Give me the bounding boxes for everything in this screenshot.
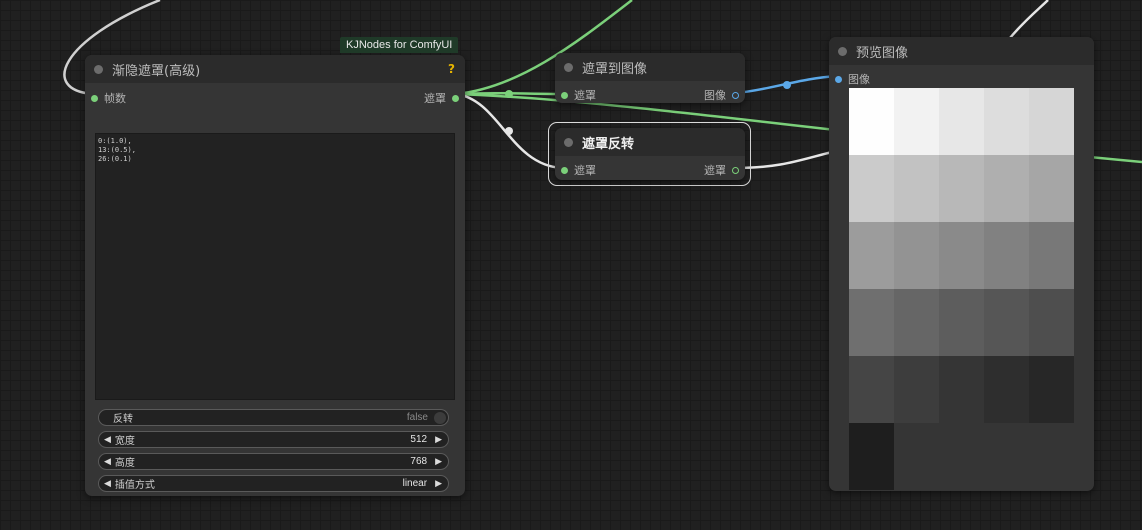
output-pin-icon[interactable] [732, 166, 739, 174]
input-pin-icon[interactable] [835, 75, 842, 83]
preview-tile [894, 88, 939, 155]
preview-tile [939, 222, 984, 289]
widget-value: 512 [410, 434, 428, 445]
collapse-dot-icon[interactable] [838, 46, 847, 56]
toggle-knob-icon[interactable] [434, 411, 446, 424]
input-pin-icon[interactable] [561, 91, 568, 99]
preview-tile [849, 423, 894, 490]
mask-output-slot[interactable]: 遮罩 [704, 162, 739, 178]
collapse-dot-icon[interactable] [564, 137, 573, 147]
points-textarea[interactable]: 0:(1.0), 13:(0.5), 26:(0.1) [95, 133, 455, 400]
preview-tile [939, 88, 984, 155]
output-pin-icon[interactable] [732, 91, 739, 99]
image-input-slot[interactable]: 图像 [835, 71, 870, 87]
link-midpoint[interactable] [505, 90, 513, 98]
preview-tile [894, 356, 939, 423]
node-header[interactable]: 遮罩到图像 [555, 53, 745, 81]
collapse-dot-icon[interactable] [94, 64, 103, 74]
width-number-widget[interactable]: ◀ 宽度 512 ▶ [98, 431, 449, 448]
increment-arrow-icon[interactable]: ▶ [427, 456, 448, 467]
mask-input-slot[interactable]: 遮罩 [561, 87, 596, 103]
collapse-dot-icon[interactable] [564, 62, 573, 72]
preview-tile [984, 155, 1029, 222]
preview-tile [939, 155, 984, 222]
preview-tile [849, 155, 894, 222]
next-arrow-icon[interactable]: ▶ [427, 478, 448, 489]
preview-tile [1029, 155, 1074, 222]
input-label: 帧数 [104, 92, 126, 105]
widget-label: 插值方式 [114, 480, 155, 491]
widget-label: 反转 [113, 414, 133, 425]
preview-tile [894, 289, 939, 356]
widget-value: 768 [410, 456, 428, 467]
preview-tile [984, 356, 1029, 423]
input-pin-icon[interactable] [91, 94, 98, 102]
fade-mask-node[interactable]: 渐隐遮罩(高级) ? 帧数 遮罩 0:(1.0), 13:(0.5), 26:(… [85, 55, 465, 496]
input-label: 遮罩 [574, 89, 596, 102]
widget-value: linear [402, 478, 428, 489]
preview-tile [984, 88, 1029, 155]
invert-toggle[interactable]: 反转 false [98, 409, 449, 426]
preview-tile [894, 222, 939, 289]
preview-tile [849, 289, 894, 356]
preview-tile [894, 155, 939, 222]
link-preview-offscreen [1009, 0, 1049, 39]
preview-tile [1029, 356, 1074, 423]
preview-tile [849, 222, 894, 289]
node-title: 遮罩反转 [582, 136, 635, 152]
preview-image[interactable] [849, 88, 1074, 490]
node-title: 遮罩到图像 [582, 61, 648, 77]
mask-output-slot[interactable]: 遮罩 [424, 90, 459, 106]
image-output-slot[interactable]: 图像 [704, 87, 739, 103]
node-header[interactable]: 渐隐遮罩(高级) ? [85, 55, 465, 83]
previous-arrow-icon[interactable]: ◀ [99, 478, 115, 489]
preview-tile [939, 356, 984, 423]
node-title: 预览图像 [856, 45, 909, 61]
preview-tile [984, 289, 1029, 356]
input-label: 图像 [848, 73, 870, 86]
preview-tile [1029, 289, 1074, 356]
link-midpoint[interactable] [783, 81, 791, 89]
output-label: 遮罩 [704, 164, 726, 177]
node-title: 渐隐遮罩(高级) [112, 63, 201, 79]
link-midpoint[interactable] [505, 127, 513, 135]
preview-tile [984, 222, 1029, 289]
invert-mask-node[interactable]: 遮罩反转 遮罩 遮罩 [555, 128, 745, 180]
preview-tile [1029, 222, 1074, 289]
output-label: 图像 [704, 89, 726, 102]
preview-tile [939, 289, 984, 356]
mask-input-slot[interactable]: 遮罩 [561, 162, 596, 178]
widget-label: 高度 [114, 458, 135, 469]
node-source-badge: KJNodes for ComfyUI [340, 37, 459, 53]
increment-arrow-icon[interactable]: ▶ [427, 434, 448, 445]
input-pin-icon[interactable] [561, 166, 568, 174]
widget-label: 宽度 [114, 436, 135, 447]
preview-tile [849, 356, 894, 423]
help-icon[interactable]: ? [448, 62, 455, 76]
interpolation-combo-widget[interactable]: ◀ 插值方式 linear ▶ [98, 475, 449, 492]
frames-input-slot[interactable]: 帧数 [91, 90, 126, 106]
input-label: 遮罩 [574, 164, 596, 177]
output-pin-icon[interactable] [452, 94, 459, 102]
output-label: 遮罩 [424, 92, 446, 105]
height-number-widget[interactable]: ◀ 高度 768 ▶ [98, 453, 449, 470]
node-header[interactable]: 预览图像 [829, 37, 1094, 65]
preview-tile [1029, 88, 1074, 155]
mask-to-image-node[interactable]: 遮罩到图像 遮罩 图像 [555, 53, 745, 103]
node-header[interactable]: 遮罩反转 [555, 128, 745, 156]
decrement-arrow-icon[interactable]: ◀ [99, 456, 115, 467]
widget-value: false [406, 412, 428, 423]
decrement-arrow-icon[interactable]: ◀ [99, 434, 115, 445]
preview-tile [849, 88, 894, 155]
preview-image-node[interactable]: 预览图像 图像 [829, 37, 1094, 491]
